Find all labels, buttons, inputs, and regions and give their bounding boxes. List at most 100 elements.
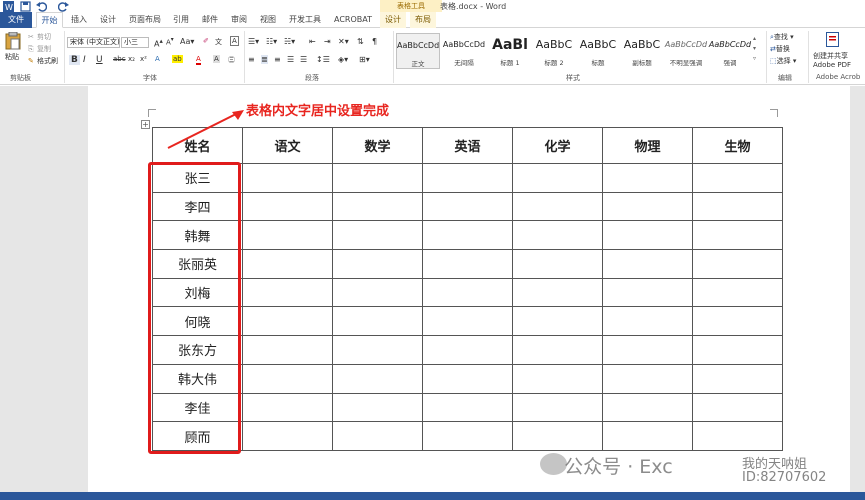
find-button[interactable]: ⌕查找 ▾ (770, 32, 794, 42)
score-cell[interactable] (692, 277, 783, 308)
score-cell[interactable] (512, 277, 603, 308)
font-color-icon[interactable]: A (196, 55, 201, 65)
score-cell[interactable] (512, 306, 603, 337)
show-marks-icon[interactable]: ¶ (372, 37, 377, 46)
score-cell[interactable] (242, 363, 333, 394)
borders-icon[interactable]: ⊞▾ (359, 55, 370, 64)
score-cell[interactable] (332, 306, 423, 337)
score-cell[interactable] (692, 363, 783, 394)
shading-icon[interactable]: ◈▾ (338, 55, 348, 64)
score-cell[interactable] (242, 335, 333, 365)
score-cell[interactable] (602, 249, 693, 279)
score-cell[interactable] (242, 392, 333, 423)
tab-table-design[interactable]: 设计 (380, 12, 406, 28)
paste-icon[interactable] (5, 32, 21, 50)
redo-icon[interactable] (58, 1, 69, 12)
line-spacing-icon[interactable]: ↕☰ (316, 55, 330, 64)
score-cell[interactable] (422, 249, 513, 279)
enclose-char-icon[interactable]: ㊂ (228, 55, 235, 65)
score-cell[interactable] (692, 306, 783, 337)
font-size-select[interactable]: 小三 (121, 37, 149, 48)
score-cell[interactable] (602, 191, 693, 222)
tab-developer[interactable]: 开发工具 (289, 12, 321, 28)
tab-insert[interactable]: 插入 (71, 12, 87, 28)
justify-icon[interactable]: ☰ (287, 55, 294, 64)
score-cell[interactable] (512, 163, 603, 193)
change-case-button[interactable]: Aa▾ (180, 37, 194, 46)
tab-references[interactable]: 引用 (173, 12, 189, 28)
score-cell[interactable] (422, 335, 513, 365)
header-cell[interactable]: 数学 (332, 127, 423, 164)
copy-button[interactable]: ⎘ 复制 (28, 44, 51, 54)
styles-scroll[interactable]: ▴ ▾ ▿ (753, 34, 756, 64)
score-cell[interactable] (512, 249, 603, 279)
score-cell[interactable] (422, 392, 513, 423)
char-shading-icon[interactable]: A (213, 55, 220, 63)
score-cell[interactable] (512, 392, 603, 423)
header-cell[interactable]: 生物 (692, 127, 783, 164)
tab-file[interactable]: 文件 (0, 12, 32, 28)
superscript-button[interactable]: x² (140, 55, 147, 63)
underline-button[interactable]: U (96, 55, 103, 65)
tab-acrobat[interactable]: ACROBAT (334, 12, 372, 28)
score-cell[interactable] (602, 306, 693, 337)
clear-format-icon[interactable]: ✐ (203, 37, 209, 45)
score-cell[interactable] (242, 277, 333, 308)
tab-home[interactable]: 开始 (36, 12, 63, 28)
score-cell[interactable] (692, 335, 783, 365)
score-cell[interactable] (422, 220, 513, 251)
header-cell[interactable]: 英语 (422, 127, 513, 164)
score-cell[interactable] (332, 277, 423, 308)
score-cell[interactable] (602, 421, 693, 451)
score-cell[interactable] (332, 220, 423, 251)
header-cell[interactable]: 物理 (602, 127, 693, 164)
score-cell[interactable] (512, 335, 603, 365)
select-button[interactable]: ⬚选择 ▾ (770, 56, 796, 66)
style-subtitle[interactable]: AaBbC 副标题 (620, 33, 664, 69)
score-cell[interactable] (332, 335, 423, 365)
score-cell[interactable] (422, 277, 513, 308)
chinese-layout-icon[interactable]: ✕▾ (338, 37, 349, 46)
score-cell[interactable] (422, 306, 513, 337)
tab-design[interactable]: 设计 (100, 12, 116, 28)
create-share-pdf-button[interactable]: 创建并共享 (813, 51, 848, 61)
score-cell[interactable] (692, 249, 783, 279)
score-cell[interactable] (332, 191, 423, 222)
format-painter-button[interactable]: ✎ 格式刷 (28, 56, 58, 66)
score-cell[interactable] (422, 421, 513, 451)
score-cell[interactable] (422, 363, 513, 394)
score-cell[interactable] (602, 220, 693, 251)
score-cell[interactable] (242, 191, 333, 222)
font-name-select[interactable]: 宋体 (中文正文) (67, 37, 120, 48)
table-move-handle[interactable]: + (141, 120, 150, 129)
score-cell[interactable] (332, 392, 423, 423)
style-normal[interactable]: AaBbCcDd 正文 (396, 33, 440, 69)
score-cell[interactable] (422, 163, 513, 193)
grow-font-button[interactable]: A▴ (154, 37, 163, 49)
align-left-icon[interactable]: ≡ (248, 55, 255, 64)
score-cell[interactable] (242, 306, 333, 337)
tab-mailings[interactable]: 邮件 (202, 12, 218, 28)
replace-button[interactable]: ⇄替换 (770, 44, 790, 54)
style-title[interactable]: AaBbC 标题 (576, 33, 620, 69)
score-cell[interactable] (602, 335, 693, 365)
numbering-icon[interactable]: ☷▾ (266, 37, 277, 46)
undo-icon[interactable] (36, 1, 47, 12)
score-cell[interactable] (512, 421, 603, 451)
paste-button[interactable]: 粘贴 (5, 52, 19, 62)
score-cell[interactable] (602, 277, 693, 308)
score-cell[interactable] (332, 421, 423, 451)
distributed-icon[interactable]: ☰ (300, 55, 307, 64)
strikethrough-button[interactable]: abc (113, 55, 126, 63)
align-center-icon[interactable]: ≣ (261, 55, 268, 64)
score-cell[interactable] (242, 249, 333, 279)
text-effects-icon[interactable]: A (155, 55, 160, 63)
subscript-button[interactable]: x₂ (128, 55, 135, 63)
style-no-spacing[interactable]: AaBbCcDd 无间隔 (442, 33, 486, 69)
align-right-icon[interactable]: ≡ (274, 55, 281, 64)
score-cell[interactable] (512, 363, 603, 394)
highlight-icon[interactable]: ab (172, 55, 183, 63)
increase-indent-icon[interactable]: ⇥ (324, 37, 331, 46)
score-cell[interactable] (332, 163, 423, 193)
score-cell[interactable] (332, 249, 423, 279)
